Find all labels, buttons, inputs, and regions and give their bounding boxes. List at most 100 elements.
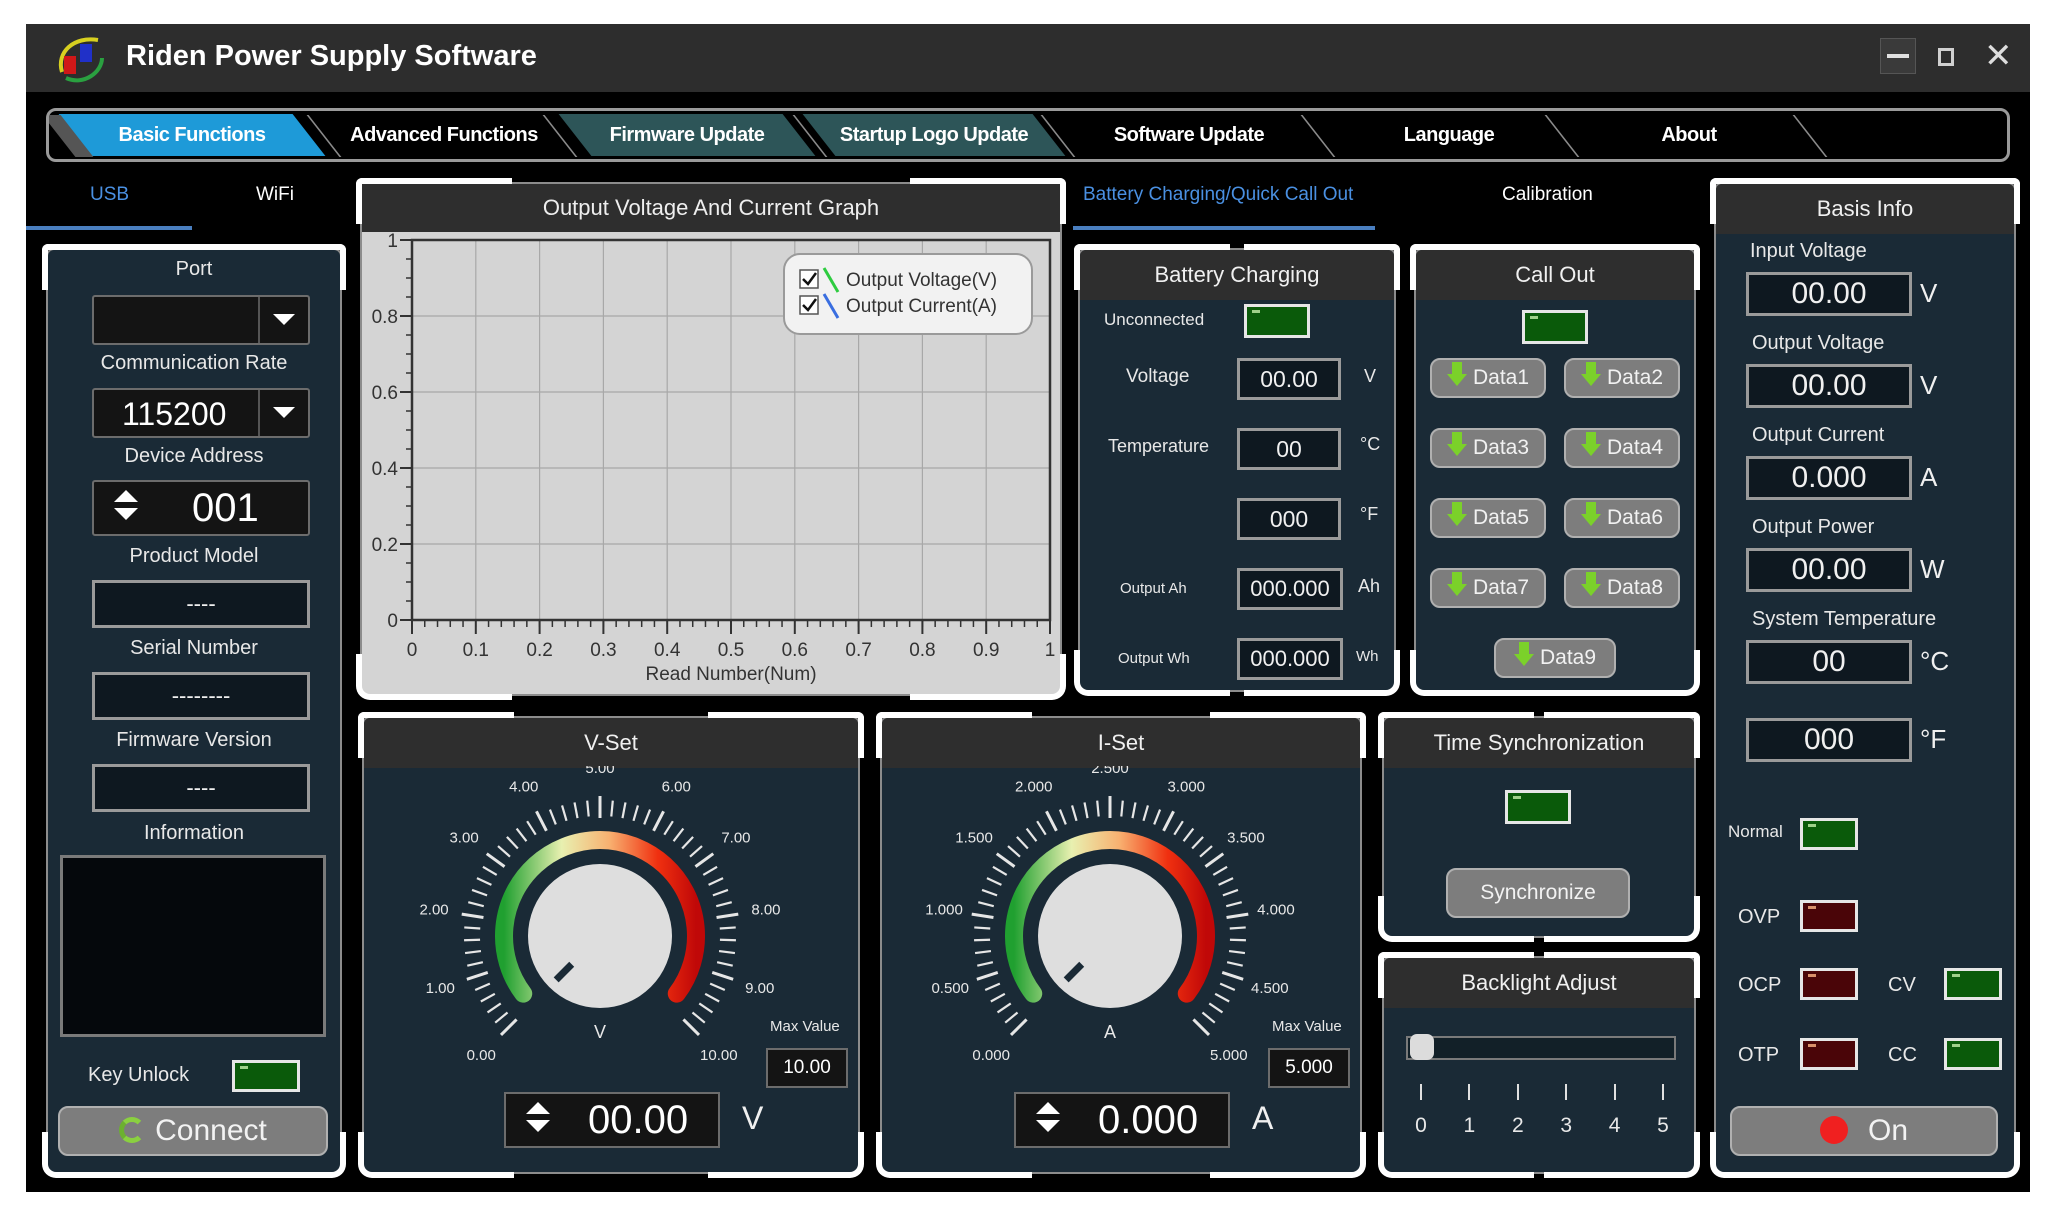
data1-button[interactable]: Data1	[1430, 358, 1546, 398]
refresh-icon	[119, 1117, 146, 1143]
x-tick-label: 0.4	[654, 640, 681, 661]
tab-startup-logo-update[interactable]: Startup Logo Update	[802, 111, 1066, 159]
data8-button[interactable]: Data8	[1564, 568, 1680, 608]
product-model-label: Product Model	[129, 545, 259, 567]
dial-tick	[1083, 802, 1089, 819]
output-current-unit: A	[1920, 462, 1938, 492]
output-current-field: 0.000	[1746, 456, 1912, 500]
dial-tick	[716, 912, 739, 920]
current-dial[interactable]: 0.000 0.500 1.000 1.500 2.000 2.500 3.000 3.500…	[910, 766, 1310, 1066]
dial-tick	[1045, 810, 1058, 832]
battery-voltage-unit: V	[1364, 366, 1377, 386]
dial-tick	[1214, 992, 1230, 1003]
tab-calibration[interactable]: Calibration	[1502, 184, 1593, 206]
output-power-field: 00.00	[1746, 548, 1912, 592]
input-voltage-label: Input Voltage	[1750, 240, 1867, 262]
tab-wifi[interactable]: WiFi	[256, 184, 294, 206]
i-set-stepper[interactable]: 0.000	[1014, 1092, 1230, 1148]
x-tick-label: 0.6	[782, 640, 808, 661]
dial-tick	[663, 820, 674, 836]
dial-tick	[984, 982, 1001, 992]
dial-tick	[971, 912, 994, 920]
output-current-label: Output Current	[1752, 424, 1885, 446]
chart-legend: Output Voltage(V) Output Current(A)	[783, 253, 1033, 335]
dial-tick	[708, 877, 724, 886]
stepper-arrows-icon[interactable]	[1036, 1102, 1060, 1132]
connect-button[interactable]: Connect	[58, 1106, 328, 1156]
close-button[interactable]: ✕	[1984, 36, 2013, 76]
x-tick-label: 0.8	[909, 640, 935, 661]
tab-software-update[interactable]: Software Update	[1079, 111, 1299, 159]
status-cc-label: CC	[1888, 1044, 1917, 1066]
dial-tick	[1120, 800, 1124, 817]
serial-number-label: Serial Number	[130, 637, 258, 659]
dial-tick	[996, 1002, 1012, 1014]
data7-button[interactable]: Data7	[1430, 568, 1546, 608]
rate-dropdown-button[interactable]	[258, 390, 308, 436]
dial-tick	[499, 1018, 518, 1037]
port-select[interactable]	[92, 295, 310, 345]
dial-tick	[711, 971, 734, 981]
x-tick-label: 0.7	[845, 640, 871, 661]
tab-usb[interactable]: USB	[90, 184, 129, 206]
device-address-stepper[interactable]: 001	[92, 480, 310, 536]
dial-tick	[652, 810, 665, 832]
key-unlock-indicator	[232, 1060, 300, 1092]
output-voltage-label: Output Voltage	[1752, 332, 1885, 354]
dial-tick	[467, 961, 484, 967]
synchronize-button[interactable]: Synchronize	[1446, 868, 1630, 918]
dial-tick	[992, 865, 1008, 876]
dial-tick	[561, 805, 568, 822]
stepper-arrows-icon[interactable]	[526, 1102, 550, 1132]
tab-basic-functions[interactable]: Basic Functions	[58, 111, 326, 159]
tab-battery-charging-quick-call-out[interactable]: Battery Charging/Quick Call Out	[1083, 184, 1353, 206]
v-set-stepper[interactable]: 00.00	[504, 1092, 720, 1148]
dial-tick	[1071, 805, 1078, 822]
data6-button[interactable]: Data6	[1564, 498, 1680, 538]
information-log[interactable]	[60, 855, 326, 1037]
dial-tick	[1153, 809, 1162, 825]
dial-tick-label: 10.00	[700, 1047, 738, 1064]
v-max-value-field[interactable]: 10.00	[766, 1048, 848, 1088]
stepper-arrows-icon[interactable]	[114, 490, 138, 520]
dial-tick	[977, 961, 994, 967]
dial-tick	[1096, 800, 1100, 817]
minimize-button[interactable]	[1880, 38, 1916, 74]
communication-rate-select[interactable]: 115200	[92, 388, 310, 438]
dial-tick	[986, 877, 1002, 886]
dial-tick-label: 2.500	[1091, 766, 1129, 777]
dial-tick-label: 2.000	[1015, 778, 1053, 795]
tab-firmware-update[interactable]: Firmware Update	[558, 111, 816, 159]
data4-button[interactable]: Data4	[1564, 428, 1680, 468]
output-on-button[interactable]: On	[1730, 1106, 1998, 1156]
tab-advanced-functions[interactable]: Advanced Functions	[329, 111, 559, 159]
voltage-dial[interactable]: 0.00 1.00 2.00 3.00 4.00 5.00 6.00 7.00 8.00 9.00…	[400, 766, 800, 1066]
tab-language[interactable]: Language	[1339, 111, 1559, 159]
i-max-value-field[interactable]: 5.000	[1268, 1048, 1350, 1088]
dial-tick	[474, 982, 491, 992]
tab-about[interactable]: About	[1579, 111, 1799, 159]
port-dropdown-button[interactable]	[258, 297, 308, 343]
status-cc-indicator	[1944, 1038, 2002, 1070]
status-ocp-indicator	[1800, 968, 1858, 1000]
dial-tick-label: 0.00	[467, 1047, 496, 1064]
x-tick-label: 0.5	[718, 640, 744, 661]
data5-button[interactable]: Data5	[1430, 498, 1546, 538]
dial-tick	[698, 1002, 714, 1014]
input-voltage-unit: V	[1920, 278, 1938, 308]
dial-tick	[486, 1002, 502, 1014]
battery-temp-f-unit: °F	[1360, 504, 1379, 524]
dial-tick	[702, 865, 718, 876]
output-power-label: Output Power	[1752, 516, 1875, 538]
backlight-slider-thumb[interactable]	[1410, 1034, 1434, 1060]
data9-button[interactable]: Data9	[1494, 638, 1616, 678]
data3-button[interactable]: Data3	[1430, 428, 1546, 468]
maximize-button[interactable]	[1938, 48, 1954, 66]
data2-button[interactable]: Data2	[1564, 358, 1680, 398]
backlight-slider-track[interactable]	[1406, 1036, 1676, 1060]
dial-tick	[1221, 971, 1244, 981]
dial-tick	[689, 845, 703, 858]
dial-tick	[610, 800, 614, 817]
input-voltage-field: 00.00	[1746, 272, 1912, 316]
dial-tick	[586, 800, 590, 817]
